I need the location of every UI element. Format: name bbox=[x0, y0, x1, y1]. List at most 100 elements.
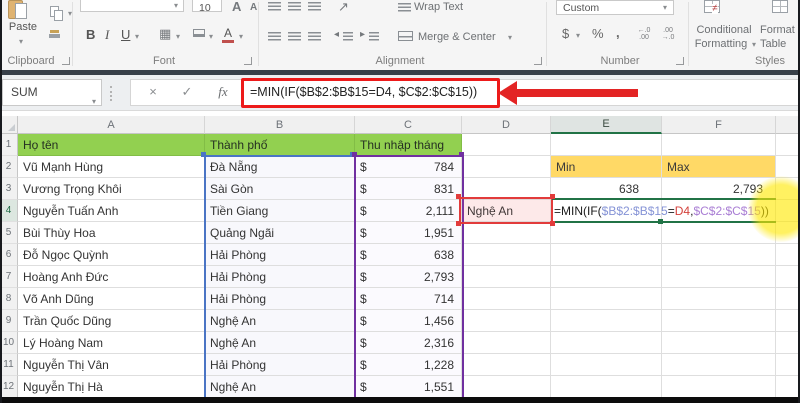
row-header-11[interactable]: 11 bbox=[0, 354, 18, 376]
row-header-1[interactable]: 1 bbox=[0, 134, 18, 156]
merge-center-caret-icon[interactable]: ▾ bbox=[508, 34, 512, 42]
align-top-icon[interactable] bbox=[268, 2, 281, 11]
row-header-2[interactable]: 2 bbox=[0, 156, 18, 178]
cell[interactable]: Đỗ Ngọc Quỳnh bbox=[18, 244, 205, 266]
paste-button[interactable]: Paste bbox=[2, 21, 44, 33]
cell[interactable]: Nghệ An bbox=[205, 310, 355, 332]
cell[interactable] bbox=[776, 134, 800, 156]
cell[interactable]: Vũ Mạnh Hùng bbox=[18, 156, 205, 178]
grow-font-icon[interactable]: A bbox=[232, 0, 241, 13]
format-painter-icon[interactable] bbox=[50, 30, 59, 33]
row-header-5[interactable]: 5 bbox=[0, 222, 18, 244]
cell[interactable]: $831 bbox=[355, 178, 462, 200]
d4-handle-bl[interactable] bbox=[456, 221, 461, 226]
align-bottom-icon[interactable] bbox=[308, 2, 321, 11]
cell[interactable]: Đà Nẵng bbox=[205, 156, 355, 178]
cell[interactable]: Thành phố bbox=[205, 134, 355, 156]
cell[interactable]: $714 bbox=[355, 288, 462, 310]
row-header-4[interactable]: 4 bbox=[0, 200, 18, 222]
cell[interactable]: Thu nhập tháng bbox=[355, 134, 462, 156]
cell[interactable]: Min bbox=[551, 156, 662, 178]
conditional-formatting-button[interactable]: Conditional bbox=[688, 24, 760, 36]
orientation-icon[interactable]: ↗ bbox=[338, 0, 349, 13]
cell[interactable]: =MIN(IF($B$2:$B$15=D4, $C$2:$C$15)) bbox=[551, 200, 769, 222]
row-header-7[interactable]: 7 bbox=[0, 266, 18, 288]
cell[interactable]: Nghệ An bbox=[462, 200, 551, 222]
align-middle-icon[interactable] bbox=[288, 2, 301, 11]
cell[interactable]: Trần Quốc Dũng bbox=[18, 310, 205, 332]
align-center-icon[interactable] bbox=[288, 32, 301, 41]
column-header-E[interactable]: E bbox=[551, 116, 662, 134]
cell[interactable] bbox=[551, 376, 662, 398]
cell[interactable] bbox=[462, 244, 551, 266]
cell[interactable] bbox=[776, 244, 800, 266]
cell[interactable] bbox=[776, 332, 800, 354]
conditional-formatting-caret-icon[interactable]: ▾ bbox=[752, 41, 756, 49]
cell[interactable] bbox=[551, 288, 662, 310]
fill-color-caret-icon[interactable]: ▾ bbox=[209, 33, 213, 41]
d4-handle-tr[interactable] bbox=[550, 194, 555, 199]
font-dialog-launcher-icon[interactable] bbox=[244, 57, 252, 65]
merge-center-button[interactable]: Merge & Center bbox=[418, 31, 510, 43]
cell[interactable] bbox=[462, 332, 551, 354]
cell[interactable]: $2,793 bbox=[355, 266, 462, 288]
cell[interactable]: Hải Phòng bbox=[205, 354, 355, 376]
format-as-table-button[interactable]: Format as bbox=[760, 24, 800, 36]
cell[interactable] bbox=[776, 288, 800, 310]
cell[interactable] bbox=[462, 266, 551, 288]
cell[interactable] bbox=[662, 310, 776, 332]
cell[interactable]: Lý Hoàng Nam bbox=[18, 332, 205, 354]
row-header-6[interactable]: 6 bbox=[0, 244, 18, 266]
font-color-icon[interactable]: A bbox=[224, 27, 232, 39]
name-box[interactable]: SUM ▾ bbox=[2, 79, 102, 106]
borders-caret-icon[interactable]: ▾ bbox=[176, 33, 180, 41]
cell[interactable] bbox=[462, 376, 551, 398]
cell[interactable]: Sài Gòn bbox=[205, 178, 355, 200]
cell[interactable] bbox=[462, 156, 551, 178]
column-header-C[interactable]: C bbox=[355, 116, 462, 134]
cell[interactable]: Nghệ An bbox=[205, 332, 355, 354]
underline-button[interactable]: U bbox=[121, 28, 130, 41]
cell[interactable]: Tiền Giang bbox=[205, 200, 355, 222]
font-name-caret-icon[interactable]: ▾ bbox=[174, 2, 178, 10]
cell[interactable]: $2,111 bbox=[355, 200, 462, 222]
align-right-icon[interactable] bbox=[308, 32, 321, 41]
shrink-font-icon[interactable]: A bbox=[250, 3, 257, 13]
cell[interactable] bbox=[776, 376, 800, 398]
cell[interactable] bbox=[662, 244, 776, 266]
number-format-caret-icon[interactable]: ▾ bbox=[663, 4, 667, 12]
cell[interactable]: Bùi Thùy Hoa bbox=[18, 222, 205, 244]
cell[interactable]: Võ Anh Dũng bbox=[18, 288, 205, 310]
cell[interactable]: $784 bbox=[355, 156, 462, 178]
cell[interactable]: Quảng Ngãi bbox=[205, 222, 355, 244]
bold-button[interactable]: B bbox=[86, 28, 95, 41]
edit-cell-handle[interactable] bbox=[658, 219, 663, 224]
alignment-dialog-launcher-icon[interactable] bbox=[534, 57, 542, 65]
cell[interactable] bbox=[662, 376, 776, 398]
cell[interactable]: Họ tên bbox=[18, 134, 205, 156]
row-header-12[interactable]: 12 bbox=[0, 376, 18, 398]
cell[interactable]: Nguyễn Tuấn Anh bbox=[18, 200, 205, 222]
cell[interactable]: Nguyễn Thị Vân bbox=[18, 354, 205, 376]
column-header-F[interactable]: F bbox=[662, 116, 776, 134]
format-as-table-button-line2[interactable]: Table bbox=[760, 38, 800, 50]
cell[interactable]: $2,316 bbox=[355, 332, 462, 354]
cell[interactable] bbox=[551, 134, 662, 156]
cell[interactable] bbox=[662, 288, 776, 310]
cell[interactable]: $1,456 bbox=[355, 310, 462, 332]
cell[interactable]: Max bbox=[662, 156, 776, 178]
cell[interactable] bbox=[776, 156, 800, 178]
name-box-caret-icon[interactable]: ▾ bbox=[92, 89, 96, 114]
cell[interactable]: $638 bbox=[355, 244, 462, 266]
enter-icon[interactable]: ✓ bbox=[172, 79, 202, 106]
cell[interactable] bbox=[776, 354, 800, 376]
borders-icon[interactable]: ▦ bbox=[159, 27, 171, 40]
comma-style-icon[interactable]: , bbox=[616, 26, 620, 39]
cell[interactable]: $1,551 bbox=[355, 376, 462, 398]
cell[interactable] bbox=[551, 332, 662, 354]
number-format-select[interactable]: Custom bbox=[556, 0, 674, 15]
font-color-caret-icon[interactable]: ▾ bbox=[239, 33, 243, 41]
column-header-B[interactable]: B bbox=[205, 116, 355, 134]
cell[interactable]: Vương Trọng Khôi bbox=[18, 178, 205, 200]
cell[interactable] bbox=[551, 354, 662, 376]
